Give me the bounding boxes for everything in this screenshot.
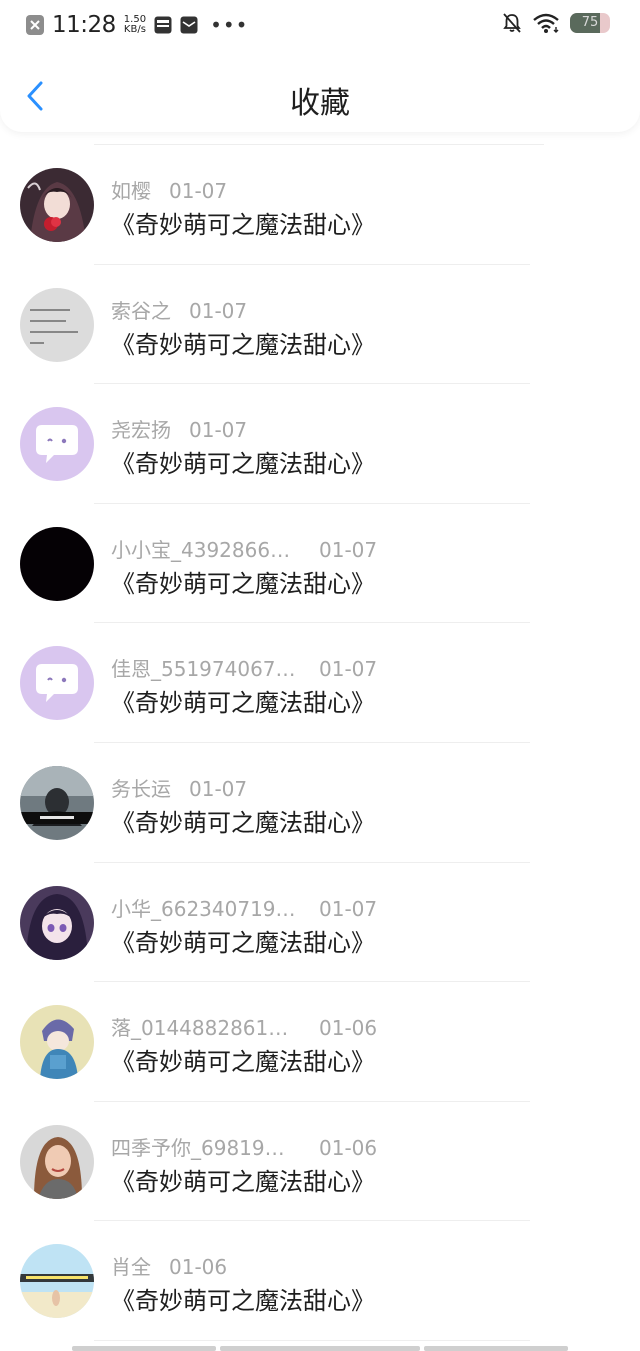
default-avatar-icon — [20, 646, 94, 721]
row-divider — [94, 1339, 530, 1341]
item-content[interactable]: 《奇妙萌可之魔法甜心》 — [111, 1162, 375, 1197]
item-content[interactable]: 《奇妙萌可之魔法甜心》 — [111, 683, 375, 718]
status-left: 11:28 1.50 KB/s ••• — [26, 12, 248, 38]
avatar-image — [20, 1005, 94, 1080]
user-name[interactable]: 务长运 — [111, 773, 171, 802]
item-content[interactable]: 《奇妙萌可之魔法甜心》 — [111, 803, 375, 838]
status-right: 75 — [492, 12, 610, 34]
favorites-screen: 11:28 1.50 KB/s ••• 75 收藏 如樱 01-07 《奇妙萌可… — [0, 0, 640, 1351]
item-content[interactable]: 《奇妙萌可之魔法甜心》 — [111, 325, 375, 360]
list-item[interactable]: 小小宝_4392866… 01-07 《奇妙萌可之魔法甜心》 — [0, 504, 640, 624]
bottom-bar-segment — [72, 1346, 216, 1351]
item-date: 01-07 — [319, 537, 378, 562]
item-date: 01-07 — [189, 776, 248, 801]
list-item[interactable]: 如樱 01-07 《奇妙萌可之魔法甜心》 — [0, 145, 640, 265]
avatar-image — [20, 765, 94, 840]
bottom-bar-segment — [220, 1346, 420, 1351]
item-content[interactable]: 《奇妙萌可之魔法甜心》 — [111, 444, 375, 479]
item-meta: 如樱 01-07 — [111, 175, 228, 204]
bottom-scroll-indicator — [72, 1346, 572, 1351]
item-date: 01-06 — [169, 1255, 228, 1280]
favorites-list: 如樱 01-07 《奇妙萌可之魔法甜心》 索谷之 01-07 《奇妙萌可之魔法甜心》 — [0, 145, 640, 1341]
avatar[interactable] — [20, 287, 94, 362]
avatar[interactable] — [20, 168, 94, 242]
user-name[interactable]: 小小宝_4392866… — [111, 534, 301, 563]
user-name[interactable]: 小华_662340719… — [111, 893, 301, 922]
item-meta: 务长运 01-07 — [111, 773, 248, 802]
list-item[interactable]: 佳恩_551974067… 01-07 《奇妙萌可之魔法甜心》 — [0, 623, 640, 743]
avatar-image — [20, 168, 94, 242]
wifi-icon — [533, 13, 559, 33]
avatar-image — [20, 1244, 94, 1319]
avatar[interactable] — [20, 765, 94, 840]
close-app-icon — [26, 15, 44, 35]
avatar[interactable] — [20, 1124, 94, 1199]
user-name[interactable]: 落_0144882861… — [111, 1012, 301, 1041]
list-item[interactable]: 务长运 01-07 《奇妙萌可之魔法甜心》 — [0, 743, 640, 863]
item-content[interactable]: 《奇妙萌可之魔法甜心》 — [111, 923, 375, 958]
status-time: 11:28 — [52, 12, 116, 38]
list-item[interactable]: 索谷之 01-07 《奇妙萌可之魔法甜心》 — [0, 265, 640, 385]
battery-indicator: 75 — [570, 13, 610, 33]
item-meta: 索谷之 01-07 — [111, 295, 248, 324]
network-speed: 1.50 KB/s — [124, 15, 146, 35]
avatar-image — [20, 287, 94, 362]
item-content[interactable]: 《奇妙萌可之魔法甜心》 — [111, 1281, 375, 1316]
item-meta: 尧宏扬 01-07 — [111, 414, 248, 443]
battery-level: 75 — [581, 15, 599, 30]
item-date: 01-07 — [319, 657, 378, 682]
avatar[interactable] — [20, 1244, 94, 1319]
top-card: 11:28 1.50 KB/s ••• 75 收藏 — [0, 0, 640, 132]
avatar-image — [20, 885, 94, 960]
item-date: 01-06 — [319, 1016, 378, 1041]
item-content[interactable]: 《奇妙萌可之魔法甜心》 — [111, 205, 375, 240]
item-content[interactable]: 《奇妙萌可之魔法甜心》 — [111, 564, 375, 599]
nav-header: 收藏 — [0, 60, 640, 132]
item-meta: 落_0144882861… 01-06 — [111, 1012, 378, 1041]
item-meta: 肖全 01-06 — [111, 1251, 228, 1280]
item-date: 01-07 — [189, 298, 248, 323]
list-item[interactable]: 落_0144882861… 01-06 《奇妙萌可之魔法甜心》 — [0, 982, 640, 1102]
item-content[interactable]: 《奇妙萌可之魔法甜心》 — [111, 1042, 375, 1077]
user-name[interactable]: 尧宏扬 — [111, 414, 171, 443]
item-meta: 小小宝_4392866… 01-07 — [111, 534, 378, 563]
item-date: 01-07 — [189, 418, 248, 443]
avatar[interactable] — [20, 885, 94, 960]
avatar[interactable] — [20, 646, 94, 721]
avatar[interactable] — [20, 407, 94, 482]
item-meta: 小华_662340719… 01-07 — [111, 893, 378, 922]
user-name[interactable]: 佳恩_551974067… — [111, 653, 301, 682]
user-name[interactable]: 四季予你_69819… — [111, 1132, 301, 1161]
inbox-app-icon — [154, 16, 172, 34]
network-speed-unit: KB/s — [123, 24, 146, 35]
bell-muted-icon — [503, 13, 521, 33]
avatar[interactable] — [20, 1005, 94, 1080]
item-date: 01-07 — [319, 896, 378, 921]
avatar-image — [20, 526, 94, 601]
list-item[interactable]: 四季予你_69819… 01-06 《奇妙萌可之魔法甜心》 — [0, 1102, 640, 1222]
status-bar: 11:28 1.50 KB/s ••• 75 — [0, 0, 640, 52]
list-item[interactable]: 肖全 01-06 《奇妙萌可之魔法甜心》 — [0, 1221, 640, 1341]
user-name[interactable]: 索谷之 — [111, 295, 171, 324]
avatar[interactable] — [20, 526, 94, 601]
user-name[interactable]: 如樱 — [111, 175, 151, 204]
more-notifications-icon: ••• — [210, 13, 249, 37]
item-meta: 佳恩_551974067… 01-07 — [111, 653, 378, 682]
page-title: 收藏 — [290, 86, 350, 121]
list-item[interactable]: 小华_662340719… 01-07 《奇妙萌可之魔法甜心》 — [0, 863, 640, 983]
user-name[interactable]: 肖全 — [111, 1251, 151, 1280]
item-date: 01-07 — [169, 179, 228, 203]
default-avatar-icon — [20, 407, 94, 482]
item-meta: 四季予你_69819… 01-06 — [111, 1132, 378, 1161]
mail-app-icon — [180, 16, 198, 34]
bottom-bar-segment — [424, 1346, 568, 1351]
avatar-image — [20, 1124, 94, 1199]
list-item[interactable]: 尧宏扬 01-07 《奇妙萌可之魔法甜心》 — [0, 384, 640, 504]
item-date: 01-06 — [319, 1135, 378, 1160]
